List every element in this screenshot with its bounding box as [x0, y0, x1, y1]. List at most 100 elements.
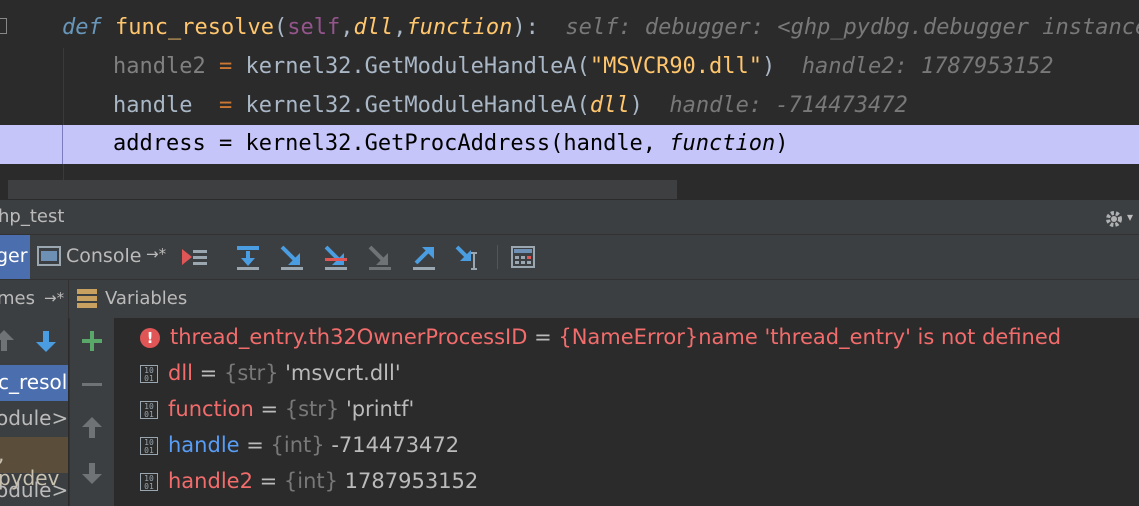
move-down-icon[interactable]: [82, 460, 102, 490]
variable-row-error[interactable]: ! thread_entry.th32OwnerProcessID = {Name…: [140, 319, 1061, 355]
show-execution-point-icon[interactable]: [180, 243, 208, 271]
paren-open: (: [273, 15, 288, 40]
inline-debug-hint: handle: -714473472: [669, 93, 908, 118]
param-function: function: [406, 15, 513, 40]
variable-value: 'msvcrt.dll': [278, 361, 401, 385]
pane-divider: [68, 280, 69, 318]
debug-tool-window-header: hp_test ▾: [0, 199, 1139, 234]
variables-tree[interactable]: ! thread_entry.th32OwnerProcessID = {Name…: [114, 318, 1139, 506]
variable-eq: =: [253, 397, 285, 421]
param-self: self: [287, 15, 341, 40]
variable-row[interactable]: 10 01 handle2 = {int} 1787953152: [140, 463, 478, 499]
code-text: address = kernel32.GetProcAddress(handle…: [113, 131, 670, 156]
paren-close: ): [629, 93, 643, 118]
keyword-def: def: [62, 15, 102, 40]
string-literal: "MSVCR90.dll": [589, 54, 763, 79]
variables-side-toolbar: [69, 318, 115, 506]
variable-value: name 'thread_entry' is not defined: [698, 325, 1062, 349]
inline-debug-hint: self: debugger: <ghp_pydbg.debugger inst…: [565, 15, 1139, 40]
run-to-cursor-icon[interactable]: [454, 243, 482, 271]
binary-value-icon: 10 01: [140, 401, 158, 419]
binary-value-icon: 10 01: [140, 437, 158, 455]
inline-debug-hint: handle2: 1787953152: [801, 54, 1054, 79]
assign-op: =: [205, 54, 246, 79]
toolbar-separator: [497, 245, 498, 269]
frame-item-selected[interactable]: c_resol: [0, 365, 68, 401]
chevron-down-icon[interactable]: ▾: [1127, 200, 1133, 234]
variable-value: -714473472: [324, 433, 460, 457]
paren-close: ): [775, 131, 789, 156]
variable-eq: =: [252, 469, 284, 493]
frames-list[interactable]: c_resol odule> , pydev odule>: [0, 318, 68, 506]
frame-item[interactable]: odule>: [0, 473, 68, 506]
binary-value-icon: 10 01: [140, 473, 158, 491]
variable-row[interactable]: 10 01 function = {str} 'printf': [140, 391, 414, 427]
variable-name: handle2: [168, 469, 253, 493]
frame-item[interactable]: , pydev: [0, 437, 68, 490]
param-dll: dll: [353, 15, 394, 40]
comma: ,: [393, 15, 407, 40]
step-out-icon[interactable]: [410, 243, 438, 271]
tab-debugger[interactable]: ger: [0, 235, 30, 279]
variable-row[interactable]: 10 01 dll = {str} 'msvcrt.dll': [140, 355, 401, 391]
add-watch-icon[interactable]: [81, 330, 103, 356]
panes-header: mes →* Variables: [0, 279, 1139, 319]
pin-arrow-icon[interactable]: →*: [44, 289, 64, 307]
code-line-handle[interactable]: handle = kernel32.GetModuleHandleA(dll) …: [0, 87, 1139, 125]
pin-arrow-icon[interactable]: →*: [146, 245, 166, 263]
frame-item[interactable]: odule>: [0, 401, 68, 437]
error-icon: !: [140, 328, 160, 348]
frame-label: c_resol: [0, 370, 68, 394]
variable-type: {NameError}: [558, 325, 699, 349]
variable-type: {int}: [270, 433, 325, 457]
frame-label: odule>: [0, 478, 68, 502]
variable-name: thread_entry.th32OwnerProcessID: [170, 325, 528, 349]
frames-pane-title[interactable]: mes: [0, 288, 35, 309]
tab-console[interactable]: Console →*: [31, 235, 170, 279]
remove-watch-icon[interactable]: [81, 374, 103, 400]
step-into-icon[interactable]: [278, 243, 306, 271]
variable-name: dll: [168, 361, 193, 385]
variable-type: {str}: [223, 361, 279, 385]
variable-row[interactable]: 10 01 handle = {int} -714473472: [140, 427, 459, 463]
variable-eq: =: [527, 325, 559, 349]
step-into-my-code-icon[interactable]: [322, 243, 350, 271]
variable-type: {int}: [283, 469, 338, 493]
variable-eq: =: [239, 433, 271, 457]
current-execution-line[interactable]: address = kernel32.GetProcAddress(handle…: [0, 125, 1139, 164]
variable-value: 'printf': [339, 397, 415, 421]
tab-console-label: Console: [66, 245, 142, 267]
frame-up-icon[interactable]: [0, 328, 14, 359]
variable-name: function: [168, 397, 254, 421]
paren-close: ):: [512, 15, 539, 40]
call-expr: kernel32.GetModuleHandleA(: [245, 93, 590, 118]
code-line-handle2[interactable]: handle2 = kernel32.GetModuleHandleA("MSV…: [0, 48, 1139, 86]
variables-icon: [76, 287, 98, 314]
debug-toolbar: ger Console →*: [0, 234, 1139, 279]
assign-op: =: [205, 93, 246, 118]
evaluate-expression-icon[interactable]: [510, 243, 538, 271]
binary-value-icon: 10 01: [140, 365, 158, 383]
code-line-def[interactable]: def func_resolve(self,dll,function): sel…: [0, 9, 1139, 47]
code-editor[interactable]: def func_resolve(self,dll,function): sel…: [0, 0, 1139, 200]
console-icon: [37, 245, 61, 272]
force-step-into-icon[interactable]: [366, 243, 394, 271]
variable-name: handle: [168, 433, 240, 457]
comma: ,: [340, 15, 354, 40]
step-over-icon[interactable]: [234, 243, 262, 271]
arg-function: function: [669, 131, 776, 156]
run-config-name[interactable]: hp_test: [0, 200, 64, 234]
function-name: func_resolve: [115, 15, 274, 40]
tab-debugger-label: ger: [0, 245, 28, 267]
arg-dll: dll: [589, 93, 630, 118]
call-expr: kernel32.GetModuleHandleA(: [245, 54, 590, 79]
var-handle: handle: [113, 93, 206, 118]
variables-pane-title: Variables: [105, 288, 188, 309]
frame-label: odule>: [0, 406, 68, 430]
var-handle2: handle2: [113, 54, 206, 79]
frame-down-icon[interactable]: [36, 328, 56, 359]
variable-type: {str}: [284, 397, 340, 421]
variable-value: 1787953152: [338, 469, 479, 493]
horizontal-scrollbar[interactable]: [8, 180, 677, 200]
move-up-icon[interactable]: [82, 415, 102, 445]
